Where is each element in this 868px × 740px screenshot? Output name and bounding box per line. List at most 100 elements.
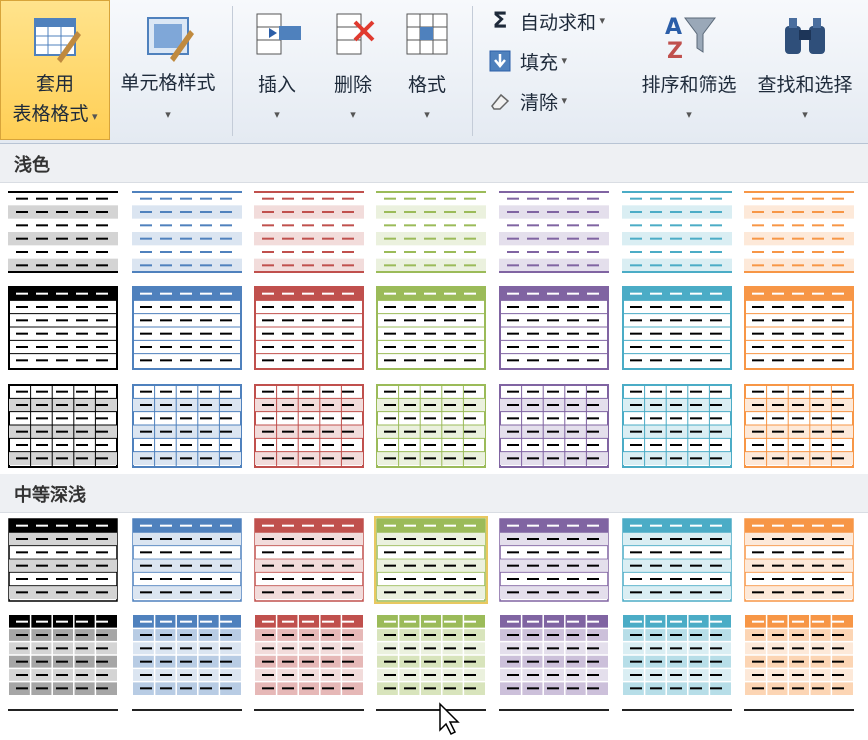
- sort-filter-button[interactable]: A Z 排序和筛选 ▾: [634, 0, 744, 140]
- table-style-swatch[interactable]: [8, 190, 118, 274]
- svg-text:Z: Z: [667, 39, 683, 64]
- chevron-down-icon: ▾: [596, 14, 606, 27]
- table-style-swatch[interactable]: [499, 614, 609, 698]
- table-style-swatch[interactable]: [499, 518, 609, 602]
- table-preview-icon: [254, 384, 364, 468]
- ribbon: 套用 表格格式 ▾ 单元格样式 ▾ 插入 ▾ 删除 ▾ 格式 ▾ Σ 自动求和 …: [0, 0, 868, 144]
- table-style-swatch[interactable]: [376, 286, 486, 370]
- table-preview-icon: [744, 384, 854, 468]
- table-style-swatch[interactable]: [376, 709, 486, 711]
- format-as-table-button[interactable]: 套用 表格格式 ▾: [0, 0, 110, 140]
- table-style-swatch[interactable]: [8, 384, 118, 468]
- fill-button[interactable]: 填充 ▾: [488, 46, 567, 76]
- table-style-swatch[interactable]: [8, 518, 118, 602]
- fill-label: 填充: [520, 51, 559, 74]
- table-style-swatch[interactable]: [499, 286, 609, 370]
- find-select-button[interactable]: 查找和选择 ▾: [750, 0, 860, 140]
- table-style-swatch[interactable]: [376, 190, 486, 274]
- divider: [232, 6, 233, 136]
- table-preview-icon: [499, 518, 609, 602]
- table-preview-icon: [622, 518, 732, 602]
- chevron-down-icon: ▾: [802, 108, 808, 121]
- table-style-swatch[interactable]: [744, 709, 854, 711]
- binoculars-icon: [777, 8, 833, 64]
- cell-style-icon: [140, 10, 196, 66]
- table-style-swatch[interactable]: [499, 709, 609, 711]
- delete-button[interactable]: 删除 ▾: [318, 0, 388, 140]
- format-as-table-label-2: 表格格式: [12, 103, 89, 125]
- table-preview-icon: [500, 615, 608, 697]
- table-style-swatch[interactable]: [254, 286, 364, 370]
- table-style-swatch[interactable]: [744, 614, 854, 698]
- table-style-swatch[interactable]: [499, 384, 609, 468]
- table-preview-icon: [376, 384, 486, 468]
- table-style-swatch[interactable]: [254, 614, 364, 698]
- table-style-swatch[interactable]: [744, 286, 854, 370]
- table-preview-icon: [8, 286, 118, 370]
- mouse-cursor-icon: [438, 702, 460, 736]
- chevron-down-icon: ▾: [686, 108, 692, 121]
- format-button[interactable]: 格式 ▾: [392, 0, 462, 140]
- chevron-down-icon: ▾: [558, 54, 568, 67]
- table-style-swatch[interactable]: [376, 614, 486, 698]
- table-style-swatch[interactable]: [622, 190, 732, 274]
- table-style-swatch[interactable]: [254, 518, 364, 602]
- table-preview-icon: [132, 518, 242, 602]
- table-preview-icon: [132, 286, 242, 370]
- table-style-swatch[interactable]: [132, 190, 242, 274]
- table-style-swatch[interactable]: [254, 190, 364, 274]
- table-style-swatch[interactable]: [622, 384, 732, 468]
- cell-style-label: 单元格样式: [120, 72, 216, 94]
- table-style-swatch[interactable]: [8, 709, 118, 711]
- table-style-swatch[interactable]: [254, 709, 364, 711]
- table-style-swatch[interactable]: [254, 384, 364, 468]
- table-style-swatch[interactable]: [622, 614, 732, 698]
- table-style-swatch[interactable]: [132, 614, 242, 698]
- table-style-swatch[interactable]: [622, 286, 732, 370]
- table-preview-icon: [376, 286, 486, 370]
- format-label: 格式: [407, 74, 446, 96]
- chevron-down-icon: ▾: [350, 108, 356, 121]
- table-style-swatch[interactable]: [376, 384, 486, 468]
- table-style-swatch[interactable]: [8, 286, 118, 370]
- insert-button[interactable]: 插入 ▾: [242, 0, 312, 140]
- sort-filter-icon: A Z: [661, 8, 717, 64]
- table-preview-icon: [133, 615, 241, 697]
- table-style-swatch[interactable]: [744, 190, 854, 274]
- autosum-label: 自动求和: [520, 11, 597, 34]
- section-header-medium: 中等深浅: [0, 474, 868, 513]
- table-style-swatch[interactable]: [622, 709, 732, 711]
- clear-button[interactable]: 清除 ▾: [488, 86, 567, 116]
- eraser-icon: [488, 89, 512, 113]
- table-preview-icon: [255, 615, 363, 697]
- table-style-swatch[interactable]: [132, 286, 242, 370]
- insert-label: 插入: [257, 74, 296, 96]
- table-style-swatch[interactable]: [132, 518, 242, 602]
- clear-label: 清除: [520, 91, 559, 114]
- table-preview-icon: [499, 191, 609, 273]
- table-style-swatch[interactable]: [374, 516, 488, 604]
- table-preview-icon: [623, 615, 731, 697]
- table-style-swatch[interactable]: [744, 518, 854, 602]
- table-style-swatch[interactable]: [8, 614, 118, 698]
- autosum-button[interactable]: Σ 自动求和 ▾: [488, 6, 605, 36]
- table-preview-icon: [9, 615, 117, 697]
- delete-label: 删除: [333, 74, 372, 96]
- table-style-swatch[interactable]: [132, 384, 242, 468]
- format-as-table-label-1: 套用: [35, 73, 74, 95]
- table-style-swatch[interactable]: [744, 384, 854, 468]
- table-style-swatch[interactable]: [499, 190, 609, 274]
- table-preview-icon: [8, 191, 118, 273]
- sort-filter-label: 排序和筛选: [641, 74, 737, 96]
- table-preview-icon: [744, 286, 854, 370]
- table-style-swatch[interactable]: [622, 518, 732, 602]
- table-style-gallery: 浅色 中等深浅: [0, 144, 868, 736]
- sigma-icon: Σ: [492, 8, 508, 34]
- table-preview-icon: [622, 286, 732, 370]
- table-preview-icon: [132, 384, 242, 468]
- table-preview-icon: [8, 384, 118, 468]
- delete-cells-icon: [325, 8, 381, 64]
- svg-text:A: A: [665, 15, 682, 40]
- table-style-swatch[interactable]: [132, 709, 242, 711]
- cell-style-button[interactable]: 单元格样式 ▾: [112, 0, 224, 140]
